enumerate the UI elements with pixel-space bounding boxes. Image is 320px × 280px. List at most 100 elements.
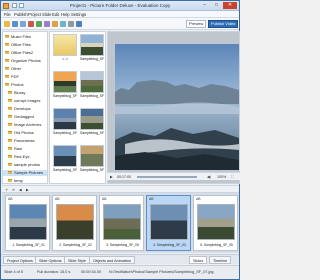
thumbnail[interactable]: Sampleblog_SF_03,j... (80, 34, 104, 61)
tree-item-label: Photos (11, 82, 24, 87)
tree-item[interactable]: PDF (3, 74, 47, 80)
tree-item-label: temp (14, 178, 23, 183)
folder-icon (8, 107, 12, 110)
slide-item[interactable]: AB 1. Sampleblog_SF_01 (5, 195, 50, 251)
folder-icon (8, 179, 12, 182)
menu-settings[interactable]: Settings (71, 12, 86, 17)
slide-image (150, 204, 188, 240)
tree-item-label: Red-Eye (14, 154, 30, 159)
tree-item[interactable]: Office Files2 (3, 50, 47, 56)
tree-item-label: sample photos (14, 162, 41, 167)
tree-item[interactable]: Music Files (3, 34, 47, 40)
tab-slide-options[interactable]: Slide Options (35, 256, 66, 264)
thumbnail[interactable]: Sampleblog_SF_03,j... (53, 145, 77, 172)
slide-caption: 3. Sampleblog_SF_05 (106, 243, 139, 247)
folder-icon (5, 67, 9, 70)
help-icon[interactable] (76, 21, 82, 27)
folder-icon (5, 59, 9, 62)
preview-pane (107, 31, 240, 184)
minimize-button[interactable]: – (199, 2, 210, 9)
tree-item[interactable]: Photos (3, 82, 47, 88)
tree-item[interactable]: Organize Photos (3, 58, 47, 64)
tree-item[interactable]: Image Archives (3, 122, 47, 128)
folder-tree[interactable]: Music Files Office Files Office Files2 Orga… (2, 31, 48, 184)
menu-publish[interactable]: Publish (14, 12, 28, 17)
tree-item[interactable]: Other (3, 66, 47, 72)
menu-edit[interactable]: Edit (52, 12, 59, 17)
tree-item[interactable]: Sample Pictures (3, 170, 47, 176)
tree-item[interactable]: sample photos (3, 162, 47, 168)
slide-image (197, 204, 235, 240)
time-readout: 00:17:00 (117, 175, 131, 179)
thumbnail[interactable]: Sampleblog_SF_05,j... (80, 71, 104, 98)
close-button[interactable]: ✕ (223, 2, 237, 9)
slide-item[interactable]: AB 3. Sampleblog_SF_05 (99, 195, 144, 251)
thumbnail[interactable]: Sampleblog_SF_07,j... (80, 145, 104, 172)
tree-item[interactable]: Office Files (3, 42, 47, 48)
menu-file[interactable]: File (4, 12, 11, 17)
settings-icon[interactable] (68, 21, 74, 27)
tab-objects-animation[interactable]: Objects and Animation (89, 256, 135, 264)
slide-image (56, 204, 94, 240)
slide-strip[interactable]: AB 1. Sampleblog_SF_01 AB 2. Sampleblog_SF_… (2, 193, 239, 253)
folder-icon (5, 35, 9, 38)
volume-icon[interactable]: ◀) (207, 174, 211, 180)
thumbnail-grid[interactable]: <..>Sampleblog_SF_03,j...Sampleblog_SF_0… (49, 31, 106, 184)
folder-icon (8, 123, 12, 126)
slide-image (9, 204, 47, 240)
tab-slides[interactable]: Slides (189, 256, 208, 264)
menu-project[interactable]: Project (28, 12, 41, 17)
slide-caption: 1. Sampleblog_SF_01 (12, 243, 45, 247)
add-icon[interactable] (20, 21, 26, 27)
status-time: 00:00:34.00 (81, 270, 102, 274)
delete-icon[interactable] (28, 21, 34, 27)
folder-icon (8, 99, 12, 102)
preview-button[interactable]: Preview (186, 20, 207, 28)
tree-item[interactable]: Raw (3, 146, 47, 152)
open-folder-icon[interactable] (4, 21, 10, 27)
preview-controls: ▶ 00:17:00 ◀) 100% ⛶ (107, 172, 240, 180)
music-icon[interactable] (52, 21, 58, 27)
menu-bar: File Publish Project Slide Edit Help Set… (1, 11, 239, 18)
tab-project-options[interactable]: Project Options (3, 256, 37, 264)
slide-caption: 2. Sampleblog_SF_02 (59, 243, 92, 247)
thumbnail[interactable]: Sampleblog_SF_02,j... (53, 108, 77, 135)
tree-item[interactable]: Bluray (3, 90, 47, 96)
save-icon[interactable] (12, 21, 18, 27)
slide-item[interactable]: AB 5. Sampleblog_SF_06 (193, 195, 238, 251)
folder-icon (8, 171, 12, 174)
menu-slide[interactable]: Slide (42, 12, 51, 17)
slide-item[interactable]: AB 2. Sampleblog_SF_02 (52, 195, 97, 251)
preview-image (115, 44, 239, 170)
transition-icon[interactable] (44, 21, 50, 27)
publish-video-button[interactable]: Publish Video (208, 20, 239, 28)
tree-item-label: Office Files2 (11, 50, 34, 55)
tree-item-label: Sample Pictures (14, 170, 44, 175)
tree-item[interactable]: temp (3, 178, 47, 183)
thumbnail[interactable]: Sampleblog_SF_06,j... (80, 108, 104, 135)
tree-item[interactable]: corrupt images (3, 98, 47, 104)
tab-slide-style[interactable]: Slide Style (64, 256, 90, 264)
text-icon[interactable] (60, 21, 66, 27)
fullscreen-icon[interactable]: ⛶ (231, 174, 234, 180)
menu-help[interactable]: Help (61, 12, 70, 17)
slide-caption: 5. Sampleblog_SF_06 (200, 243, 233, 247)
thumbnail[interactable]: Sampleblog_SF_01,j... (53, 71, 77, 98)
tree-item[interactable]: Geotagged (3, 114, 47, 120)
parent-folder-thumb[interactable]: <..> (53, 34, 77, 61)
tree-item[interactable]: Red-Eye (3, 154, 47, 160)
tab-timeline[interactable]: Timeline (209, 256, 232, 264)
position-slider[interactable] (137, 176, 197, 178)
slide-badge: AB (149, 197, 154, 201)
tree-item[interactable]: Old Photos (3, 130, 47, 136)
maximize-button[interactable]: □ (211, 2, 222, 9)
tree-item-label: Geotagged (14, 114, 34, 119)
slide-badge: AB (102, 197, 107, 201)
rotate-icon[interactable] (36, 21, 42, 27)
app-window: Project1 - Picture Folder Deluxe - Evalu… (0, 0, 240, 280)
tree-item[interactable]: Panoramas (3, 138, 47, 144)
tree-item[interactable]: Develops (3, 106, 47, 112)
slide-item[interactable]: AB 4. Sampleblog_SF_03 (146, 195, 191, 251)
folder-icon (8, 131, 12, 134)
play-icon[interactable]: ▶ (110, 174, 113, 180)
